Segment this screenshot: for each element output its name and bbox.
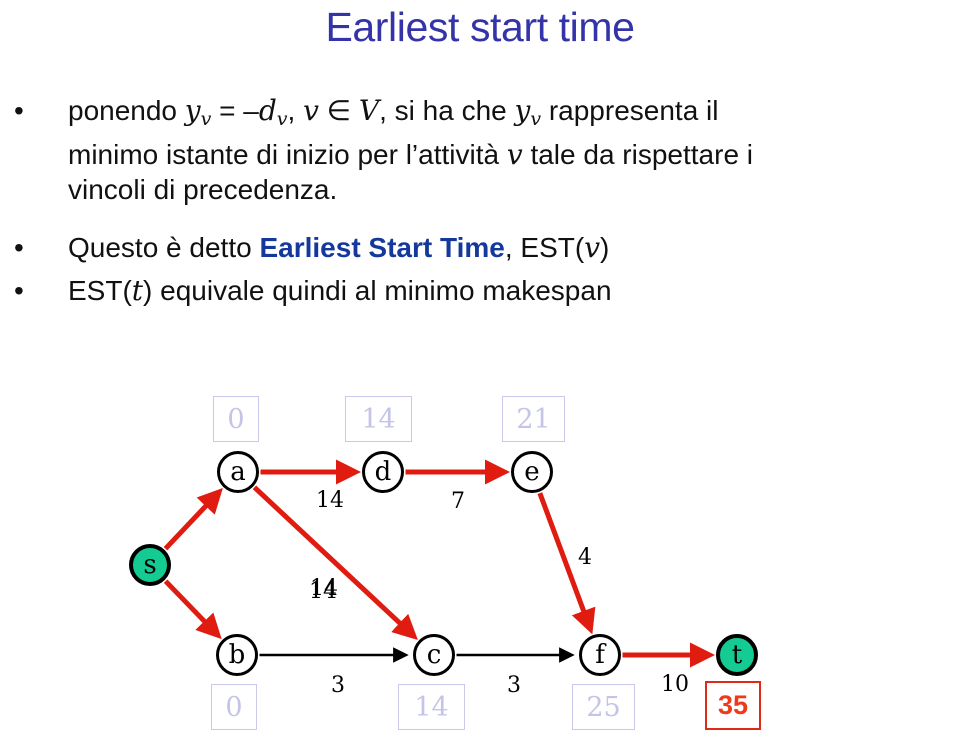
graph-node-d[interactable]: d bbox=[362, 451, 404, 493]
math-sub-v: v bbox=[276, 108, 288, 130]
graph-edge-a-c bbox=[252, 485, 418, 640]
graph-node-t[interactable]: t bbox=[716, 634, 758, 676]
math-var-y: y bbox=[184, 94, 201, 127]
bullet-1-lines: ponendo yv = –dv, v ∈ V, si ha che yv ra… bbox=[68, 93, 960, 207]
text-run: , bbox=[287, 95, 304, 126]
graph-edge-s-a bbox=[163, 487, 223, 551]
graph-edge-s-b bbox=[163, 579, 222, 640]
math-var-t: t bbox=[131, 274, 144, 307]
edge-weight-b-c: 3 bbox=[331, 673, 345, 698]
bullet-item-2: • Questo è detto Earliest Start Time, ES… bbox=[0, 230, 960, 265]
slide-body: • ponendo yv = –dv, v ∈ V, si ha che yv … bbox=[0, 93, 960, 308]
edge-weight-a-d: 14 bbox=[316, 488, 344, 513]
bullet-item-1: • ponendo yv = –dv, v ∈ V, si ha che yv … bbox=[0, 93, 960, 207]
edge-weight-s-b: 14 bbox=[309, 579, 337, 604]
bullet-1-line-2: minimo istante di inizio per l’attività … bbox=[68, 137, 960, 172]
est-value-box-e: 21 bbox=[502, 396, 565, 442]
bullet-1-line-1: ponendo yv = –dv, v ∈ V, si ha che yv ra… bbox=[68, 93, 960, 137]
bullet-item-3: • EST(t) equivale quindi al minimo makes… bbox=[0, 273, 960, 308]
text-run: Questo è detto bbox=[68, 232, 260, 263]
edge-weight-c-f: 3 bbox=[507, 673, 521, 698]
text-run: ponendo bbox=[68, 95, 185, 126]
page-title: Earliest start time bbox=[325, 4, 635, 50]
graph-node-e[interactable]: e bbox=[511, 451, 553, 493]
bullet-3-lines: EST(t) equivale quindi al minimo makespa… bbox=[68, 273, 960, 308]
text-run: , si ha che bbox=[379, 95, 515, 126]
est-value-box-c: 14 bbox=[398, 684, 465, 730]
graph-node-b[interactable]: b bbox=[216, 634, 258, 676]
edge-weight-e-f: 4 bbox=[578, 545, 592, 570]
graph-edge-e-f bbox=[537, 492, 596, 635]
bullet-marker-icon: • bbox=[14, 232, 24, 263]
est-value-box-d: 14 bbox=[345, 396, 412, 442]
math-var-v: v bbox=[584, 231, 601, 264]
est-value-box-t: 35 bbox=[705, 681, 761, 730]
graph-node-f[interactable]: f bbox=[579, 634, 621, 676]
text-run: ) bbox=[600, 232, 610, 263]
graph-node-a[interactable]: a bbox=[217, 451, 259, 493]
graph-node-s[interactable]: s bbox=[129, 544, 171, 586]
bullet-marker-icon: • bbox=[14, 95, 24, 126]
bullet-1-line-3: vincoli di precedenza. bbox=[68, 172, 960, 207]
math-var-d: d bbox=[258, 94, 277, 127]
edge-weight-d-e: 7 bbox=[451, 489, 465, 514]
text-run: = – bbox=[211, 95, 259, 126]
math-sub-v: v bbox=[530, 108, 542, 130]
est-value-box-f: 25 bbox=[572, 684, 635, 730]
text-run: rappresenta il bbox=[541, 95, 719, 126]
text-run: ) equivale quindi al minimo makespan bbox=[143, 275, 612, 306]
text-run: , EST( bbox=[504, 232, 585, 263]
edge-weight-f-t: 10 bbox=[661, 672, 689, 697]
text-run: ∈ bbox=[318, 95, 359, 126]
math-var-v: v bbox=[303, 94, 319, 127]
bullet-3-line-1: EST(t) equivale quindi al minimo makespa… bbox=[68, 273, 960, 308]
term-earliest-start-time: Earliest Start Time bbox=[259, 232, 505, 263]
graph-node-c[interactable]: c bbox=[413, 634, 455, 676]
math-var-v: v bbox=[506, 138, 523, 171]
est-value-box-b: 0 bbox=[211, 684, 257, 730]
edge-weight-a-c: 14 bbox=[310, 576, 338, 601]
text-run: tale da rispettare i bbox=[522, 139, 754, 170]
text-run: EST( bbox=[68, 275, 132, 306]
math-var-V: V bbox=[358, 94, 380, 127]
text-run: vincoli di precedenza. bbox=[68, 174, 338, 205]
bullet-2-lines: Questo è detto Earliest Start Time, EST(… bbox=[68, 230, 960, 265]
bullet-2-line-1: Questo è detto Earliest Start Time, EST(… bbox=[68, 230, 960, 265]
est-value-box-a: 0 bbox=[213, 396, 259, 442]
text-run: minimo istante di inizio per l’attività bbox=[68, 139, 507, 170]
math-sub-v: v bbox=[200, 108, 212, 130]
math-var-y: y bbox=[514, 94, 531, 127]
bullet-marker-icon: • bbox=[14, 275, 24, 306]
